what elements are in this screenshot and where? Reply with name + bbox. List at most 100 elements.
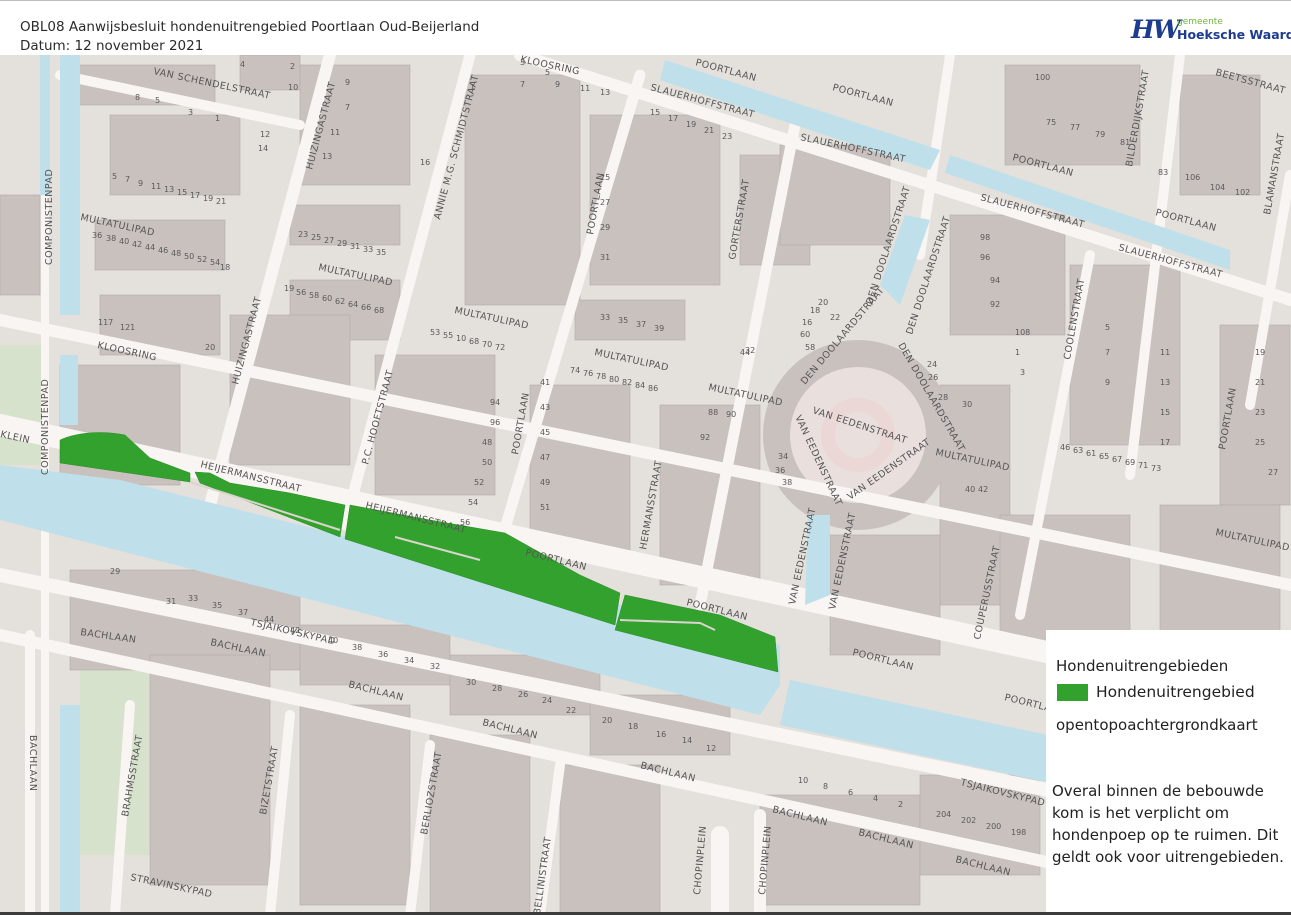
house-number: 2 bbox=[290, 62, 295, 71]
house-number: 42 bbox=[290, 626, 300, 635]
house-number: 26 bbox=[518, 690, 528, 699]
house-number: 27 bbox=[324, 236, 334, 245]
legend-heading: Hondenuitrengebieden bbox=[1056, 657, 1229, 675]
house-number: 94 bbox=[490, 398, 500, 407]
house-number: 44 bbox=[264, 615, 274, 624]
house-number: 17 bbox=[190, 191, 200, 200]
house-number: 28 bbox=[938, 393, 948, 402]
house-number: 37 bbox=[238, 608, 248, 617]
house-number: 94 bbox=[990, 276, 1000, 285]
house-number: 74 bbox=[570, 366, 580, 375]
house-number: 4 bbox=[240, 60, 245, 69]
house-number: 88 bbox=[708, 408, 718, 417]
house-number: 44 bbox=[740, 348, 750, 357]
house-number: 16 bbox=[656, 730, 666, 739]
house-number: 78 bbox=[596, 372, 606, 381]
house-number: 96 bbox=[490, 418, 500, 427]
house-number: 67 bbox=[1112, 455, 1122, 464]
house-number: 102 bbox=[1235, 188, 1250, 197]
house-number: 12 bbox=[706, 744, 716, 753]
house-number: 82 bbox=[622, 378, 632, 387]
house-number: 65 bbox=[1099, 452, 1109, 461]
logo-small-text: gemeente bbox=[1177, 17, 1223, 27]
house-number: 29 bbox=[337, 239, 347, 248]
house-number: 90 bbox=[726, 410, 736, 419]
house-number: 23 bbox=[298, 230, 308, 239]
legend-panel: Hondenuitrengebieden Hondenuitrengebied … bbox=[1046, 630, 1291, 915]
house-number: 11 bbox=[580, 84, 590, 93]
house-number: 43 bbox=[540, 403, 550, 412]
house-number: 7 bbox=[520, 80, 525, 89]
house-number: 45 bbox=[540, 428, 550, 437]
house-number: 28 bbox=[492, 684, 502, 693]
house-number: 20 bbox=[602, 716, 612, 725]
house-number: 11 bbox=[1160, 348, 1170, 357]
house-number: 27 bbox=[1268, 468, 1278, 477]
street-label: COMPONISTENPAD bbox=[44, 169, 55, 265]
house-number: 104 bbox=[1210, 183, 1225, 192]
house-number: 77 bbox=[1070, 123, 1080, 132]
house-number: 52 bbox=[197, 255, 207, 264]
house-number: 21 bbox=[1255, 378, 1265, 387]
house-number: 68 bbox=[374, 306, 384, 315]
house-number: 63 bbox=[1073, 446, 1083, 455]
house-number: 18 bbox=[810, 306, 820, 315]
house-number: 202 bbox=[961, 816, 976, 825]
house-number: 5 bbox=[112, 172, 117, 181]
house-number: 27 bbox=[600, 198, 610, 207]
house-number: 46 bbox=[158, 246, 168, 255]
house-number: 42 bbox=[978, 485, 988, 494]
house-number: 48 bbox=[482, 438, 492, 447]
hw-logo-icon: HW bbox=[1131, 15, 1181, 44]
house-number: 58 bbox=[805, 343, 815, 352]
house-number: 13 bbox=[164, 185, 174, 194]
house-number: 10 bbox=[288, 83, 298, 92]
house-number: 48 bbox=[171, 249, 181, 258]
house-number: 60 bbox=[322, 294, 332, 303]
house-number: 108 bbox=[1015, 328, 1030, 337]
house-number: 40 bbox=[965, 485, 975, 494]
house-number: 49 bbox=[540, 478, 550, 487]
house-number: 38 bbox=[782, 478, 792, 487]
house-number: 58 bbox=[309, 291, 319, 300]
house-number: 83 bbox=[1158, 168, 1168, 177]
house-number: 33 bbox=[363, 245, 373, 254]
house-number: 31 bbox=[600, 253, 610, 262]
house-number: 2 bbox=[898, 800, 903, 809]
house-number: 20 bbox=[818, 298, 828, 307]
house-number: 22 bbox=[566, 706, 576, 715]
house-number: 69 bbox=[1125, 458, 1135, 467]
house-number: 55 bbox=[443, 331, 453, 340]
house-number: 21 bbox=[216, 197, 226, 206]
house-number: 1 bbox=[470, 83, 475, 92]
house-number: 37 bbox=[636, 320, 646, 329]
house-number: 1 bbox=[1015, 348, 1020, 357]
house-number: 92 bbox=[990, 300, 1000, 309]
house-number: 29 bbox=[110, 567, 120, 576]
house-number: 80 bbox=[609, 375, 619, 384]
house-number: 26 bbox=[928, 373, 938, 382]
house-number: 121 bbox=[120, 323, 135, 332]
house-number: 75 bbox=[1046, 118, 1056, 127]
house-number: 44 bbox=[145, 243, 155, 252]
house-number: 19 bbox=[284, 284, 294, 293]
house-number: 42 bbox=[132, 240, 142, 249]
legend-item-label: Hondenuitrengebied bbox=[1096, 683, 1255, 701]
house-number: 70 bbox=[482, 340, 492, 349]
house-number: 10 bbox=[456, 334, 466, 343]
street-label: COMPONISTENPAD bbox=[40, 379, 51, 475]
house-number: 40 bbox=[119, 237, 129, 246]
house-number: 68 bbox=[469, 337, 479, 346]
house-number: 19 bbox=[203, 194, 213, 203]
house-number: 33 bbox=[600, 313, 610, 322]
house-number: 56 bbox=[460, 518, 470, 527]
house-number: 198 bbox=[1011, 828, 1026, 837]
house-number: 81 bbox=[1120, 138, 1130, 147]
house-number: 5 bbox=[155, 96, 160, 105]
house-number: 39 bbox=[654, 324, 664, 333]
house-number: 15 bbox=[650, 108, 660, 117]
house-number: 24 bbox=[542, 696, 552, 705]
house-number: 9 bbox=[138, 179, 143, 188]
house-number: 60 bbox=[800, 330, 810, 339]
house-number: 50 bbox=[482, 458, 492, 467]
